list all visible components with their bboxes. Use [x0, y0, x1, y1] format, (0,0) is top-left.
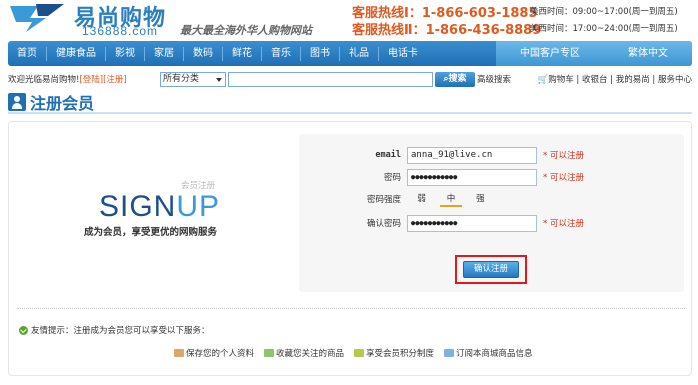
user-icon — [8, 93, 26, 111]
strength-weak: 弱 — [417, 193, 426, 204]
tip-text: 友情提示：注册成为会员您可以享受以下服务： — [31, 326, 210, 336]
signup-word-up: UP — [176, 190, 221, 223]
advanced-search-link[interactable]: 高级搜索 — [477, 73, 511, 85]
benefit-item: 收藏您关注的商品 — [264, 347, 344, 359]
search-button-label: 搜索 — [448, 73, 467, 84]
password-label: 密码 — [383, 173, 401, 183]
search-button[interactable]: ⌕搜索 — [435, 71, 475, 87]
submit-highlight: 确认注册 — [455, 255, 527, 284]
logo-url: 136888.com — [82, 24, 159, 38]
password-status: * 可以注册 — [543, 173, 584, 183]
benefit-label: 订阅本商城商品信息 — [456, 349, 533, 359]
cart-icon: 🛒 — [537, 75, 549, 85]
search-bar: 欢迎光临易尚购物![登陆][注册] 所有分类 ⌕搜索 高级搜索 🛒购物车 | 收… — [8, 70, 692, 88]
strength-medium: 中 — [436, 192, 465, 207]
password-row: 密码 ●●●●●●●●●●● * 可以注册 — [299, 168, 684, 186]
logo-swoosh-icon — [10, 4, 64, 32]
nav-home-goods[interactable]: 家居 — [145, 46, 184, 61]
nav-music[interactable]: 音乐 — [262, 46, 301, 61]
nav-movies[interactable]: 影视 — [106, 46, 145, 61]
email-row: email anna_91@live.cn * 可以注册 — [299, 146, 684, 164]
service-hours-1: 美西时间：09:00~17:00(周一到周五) — [530, 7, 678, 17]
nav-flowers[interactable]: 鲜花 — [223, 46, 262, 61]
register-link[interactable]: [注册] — [103, 75, 127, 85]
nav-digital[interactable]: 数码 — [184, 46, 223, 61]
strength-row: 密码强度 弱 中 强 — [299, 190, 684, 208]
benefit-label: 收藏您关注的商品 — [276, 349, 345, 359]
nav-china-customers[interactable]: 中国客户专区 — [511, 47, 589, 61]
benefit-label: 保存您的个人资料 — [186, 349, 255, 359]
welcome-message: 欢迎光临易尚购物! — [8, 75, 80, 85]
nav-books[interactable]: 图书 — [301, 46, 340, 61]
signup-word-sign: SIGN — [99, 190, 177, 223]
hotline-2: 客服热线Ⅱ：1-866-436-8889 — [352, 23, 542, 38]
benefit-item: 订阅本商城商品信息 — [444, 347, 533, 359]
points-icon — [354, 349, 365, 357]
tip-line: 友情提示：注册成为会员您可以享受以下服务： — [19, 324, 210, 336]
subscribe-icon — [444, 349, 455, 357]
email-field[interactable]: anna_91@live.cn — [407, 146, 537, 164]
favorite-icon — [264, 349, 275, 357]
nav-home[interactable]: 首页 — [8, 46, 47, 61]
divider — [17, 308, 685, 309]
strength-label: 密码强度 — [366, 195, 401, 205]
welcome-text: 欢迎光临易尚购物![登陆][注册] — [8, 73, 160, 85]
nav-traditional-chinese[interactable]: 繁体中文 — [619, 47, 677, 61]
signup-panel: 会员注册 SIGNUP 成为会员，享受更优的网购服务 email anna_91… — [8, 121, 692, 376]
check-icon — [19, 325, 28, 335]
site-logo[interactable]: 易尚购物 136888.com — [8, 2, 165, 38]
password-field[interactable]: ●●●●●●●●●●● — [407, 168, 537, 186]
confirm-password-field[interactable]: ●●●●●●●●●●● — [407, 214, 537, 232]
slogan: 最大最全海外华人购物网站 — [180, 24, 312, 37]
submit-button[interactable]: 确认注册 — [463, 261, 519, 278]
benefit-item: 保存您的个人资料 — [174, 347, 254, 359]
confirm-status: * 可以注册 — [543, 219, 584, 229]
page-title: 注册会员 — [30, 94, 95, 113]
password-strength-meter: 弱 中 强 — [407, 192, 495, 207]
signup-logo-text: SIGNUP — [99, 190, 220, 224]
nav-right-group: 中国客户专区 繁体中文 — [496, 41, 692, 66]
email-label: email — [375, 150, 401, 160]
profile-icon — [174, 349, 184, 357]
login-link[interactable]: [登陆] — [79, 75, 103, 85]
page-header: 注册会员 — [8, 92, 692, 114]
nav-phone-cards[interactable]: 电话卡 — [379, 47, 427, 61]
top-links: 🛒购物车 | 收银台 | 我的易尚 | 服务中心 — [538, 73, 692, 85]
benefits-list: 保存您的个人资料 收藏您关注的商品 享受会员积分制度 订阅本商城商品信息 — [174, 347, 543, 359]
nav-gifts[interactable]: 礼品 — [340, 46, 379, 61]
category-select[interactable]: 所有分类 — [160, 71, 226, 87]
nav-health-food[interactable]: 健康食品 — [47, 46, 106, 61]
strength-strong: 强 — [476, 193, 485, 204]
search-input[interactable] — [228, 71, 433, 87]
benefit-label: 享受会员积分制度 — [366, 349, 435, 359]
benefit-item: 享受会员积分制度 — [354, 347, 434, 359]
email-status: * 可以注册 — [543, 151, 584, 161]
service-hours-2: 美西时间：17:00~24:00(周一到周五) — [530, 24, 678, 34]
top-links-text[interactable]: 购物车 | 收银台 | 我的易尚 | 服务中心 — [548, 75, 692, 85]
confirm-password-label: 确认密码 — [366, 219, 401, 229]
main-nav: 首页 健康食品 影视 家居 数码 鲜花 音乐 图书 礼品 电话卡 中国客户专区 … — [8, 41, 692, 66]
confirm-row: 确认密码 ●●●●●●●●●●● * 可以注册 — [299, 214, 684, 232]
signup-subtitle: 成为会员，享受更优的网购服务 — [84, 227, 218, 238]
site-header: 易尚购物 136888.com 最大最全海外华人购物网站 客服热线Ⅰ：1-866… — [0, 0, 698, 40]
